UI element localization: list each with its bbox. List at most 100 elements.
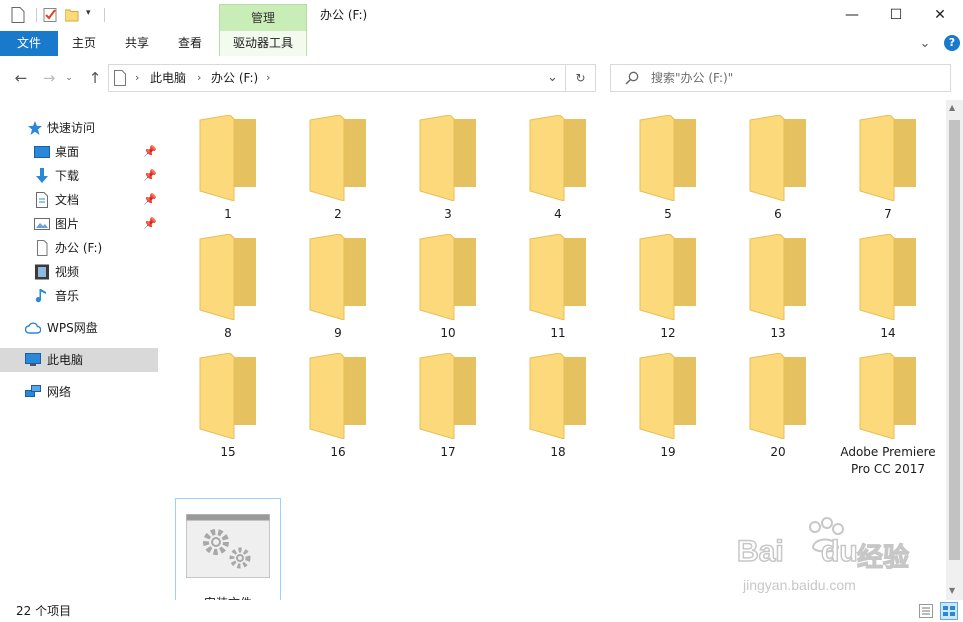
exe-file-item[interactable]: 安装文件 <box>175 498 281 600</box>
folder-item[interactable]: 3 <box>395 100 501 221</box>
address-bar[interactable]: › 此电脑 › 办公 (F:) › ⌄ <box>108 64 566 92</box>
download-icon <box>36 168 48 183</box>
sidebar-item-music[interactable]: 音乐 <box>0 284 158 308</box>
checklist-icon[interactable] <box>43 7 57 23</box>
new-folder-icon[interactable] <box>65 7 79 23</box>
sidebar-item-network[interactable]: 网络 <box>0 380 158 404</box>
folder-item[interactable]: 7 <box>835 100 941 221</box>
sidebar-item-documents[interactable]: 文档 📌 <box>0 188 158 212</box>
folder-item[interactable]: 8 <box>175 219 281 340</box>
folder-item[interactable]: Adobe Premiere Pro CC 2017 <box>835 338 941 476</box>
pin-icon[interactable]: 📌 <box>143 188 157 212</box>
folder-icon <box>419 115 476 201</box>
baidu-watermark: Bai du 经验 jingyan.baidu.com <box>735 515 925 605</box>
navigation-bar: ← → ⌄ ↑ › 此电脑 › 办公 (F:) › ⌄ ↻ 搜索"办公 (F:)… <box>0 56 963 100</box>
ribbon-collapse-icon[interactable]: ⌄ <box>915 31 935 56</box>
pin-icon[interactable]: 📌 <box>143 164 157 188</box>
folder-item[interactable]: 10 <box>395 219 501 340</box>
tab-view[interactable]: 查看 <box>168 31 212 56</box>
qa-customize-icon[interactable]: ▾ <box>86 8 100 24</box>
sidebar-item-quick-access[interactable]: 快速访问 <box>0 116 158 140</box>
back-arrow-icon[interactable]: ← <box>11 68 31 88</box>
folder-item[interactable]: 2 <box>285 100 391 221</box>
sidebar-item-label: 图片 <box>55 217 80 231</box>
folder-item[interactable]: 20 <box>725 338 831 459</box>
folder-item[interactable]: 6 <box>725 100 831 221</box>
pin-icon[interactable]: 📌 <box>143 212 157 236</box>
folder-label: 15 <box>220 445 236 459</box>
large-icons-view-icon[interactable] <box>940 602 958 620</box>
watermark-cn: 经验 <box>856 542 910 573</box>
up-arrow-icon[interactable]: ↑ <box>85 68 105 88</box>
sidebar-item-label: 此电脑 <box>47 353 84 367</box>
folder-item[interactable]: 13 <box>725 219 831 340</box>
scrollbar-thumb[interactable] <box>949 120 960 560</box>
search-box[interactable]: 搜索"办公 (F:)" <box>610 64 951 92</box>
crumb-separator[interactable]: › <box>135 65 139 91</box>
folder-icon <box>529 234 586 320</box>
folder-label: 16 <box>330 445 346 459</box>
computer-icon <box>25 353 41 366</box>
folder-label: 19 <box>660 445 676 459</box>
forward-arrow-icon[interactable]: → <box>39 68 59 88</box>
qa-separator <box>104 8 105 22</box>
folder-item[interactable]: 1 <box>175 100 281 221</box>
crumb-separator[interactable]: › <box>197 65 201 91</box>
help-icon[interactable]: ? <box>944 35 960 51</box>
details-view-icon[interactable] <box>919 604 933 618</box>
sidebar-item-drive-f[interactable]: 办公 (F:) <box>0 236 158 260</box>
folder-icon <box>639 234 696 320</box>
folder-icon <box>639 353 696 439</box>
folder-icon <box>309 115 366 201</box>
folder-item[interactable]: 12 <box>615 219 721 340</box>
crumb-drive-f[interactable]: 办公 (F:) <box>211 65 258 91</box>
folder-item[interactable]: 4 <box>505 100 611 221</box>
tab-drive-tools[interactable]: 驱动器工具 <box>219 31 307 56</box>
folder-label: 17 <box>440 445 456 459</box>
folder-item[interactable]: 18 <box>505 338 611 459</box>
folder-item[interactable]: 17 <box>395 338 501 459</box>
sidebar-item-this-pc[interactable]: 此电脑 <box>0 348 158 372</box>
sidebar-item-pictures[interactable]: 图片 📌 <box>0 212 158 236</box>
sidebar-item-label: 桌面 <box>55 145 80 159</box>
folder-item[interactable]: 16 <box>285 338 391 459</box>
tab-file[interactable]: 文件 <box>0 31 58 56</box>
sidebar-item-desktop[interactable]: 桌面 📌 <box>0 140 158 164</box>
folder-icon <box>419 234 476 320</box>
crumb-separator[interactable]: › <box>266 65 270 91</box>
sidebar-item-videos[interactable]: 视频 <box>0 260 158 284</box>
address-dropdown-icon[interactable]: ⌄ <box>547 65 558 91</box>
folder-item[interactable]: 5 <box>615 100 721 221</box>
vertical-scrollbar[interactable]: ▲ ▼ <box>946 100 963 600</box>
scroll-up-icon[interactable]: ▲ <box>949 103 955 112</box>
sidebar-item-label: 视频 <box>55 265 80 279</box>
sidebar-item-label: WPS网盘 <box>47 321 98 335</box>
sidebar-item-wps-cloud[interactable]: WPS网盘 <box>0 316 158 340</box>
recent-locations-icon[interactable]: ⌄ <box>62 68 76 88</box>
close-button[interactable]: ✕ <box>917 0 963 31</box>
folder-item[interactable]: 9 <box>285 219 391 340</box>
video-icon <box>35 264 49 280</box>
desktop-icon <box>34 146 50 158</box>
folder-icon <box>859 353 916 439</box>
folder-item[interactable]: 11 <box>505 219 611 340</box>
sidebar-item-label: 办公 (F:) <box>55 241 103 255</box>
folder-icon <box>749 353 806 439</box>
tab-share[interactable]: 共享 <box>115 31 159 56</box>
folder-item[interactable]: 14 <box>835 219 941 340</box>
scroll-down-icon[interactable]: ▼ <box>949 586 955 595</box>
minimize-button[interactable]: — <box>829 0 875 31</box>
cloud-icon <box>25 322 41 334</box>
properties-icon[interactable] <box>11 7 25 23</box>
context-tab-manage[interactable]: 管理 <box>219 4 307 31</box>
folder-icon <box>859 115 916 201</box>
tab-home[interactable]: 主页 <box>62 31 106 56</box>
crumb-this-pc[interactable]: 此电脑 <box>150 65 186 91</box>
refresh-button[interactable]: ↻ <box>566 64 596 92</box>
pin-icon[interactable]: 📌 <box>143 140 157 164</box>
folder-item[interactable]: 15 <box>175 338 281 459</box>
drive-icon <box>37 240 48 256</box>
maximize-button[interactable]: ☐ <box>873 0 919 31</box>
folder-item[interactable]: 19 <box>615 338 721 459</box>
sidebar-item-downloads[interactable]: 下载 📌 <box>0 164 158 188</box>
